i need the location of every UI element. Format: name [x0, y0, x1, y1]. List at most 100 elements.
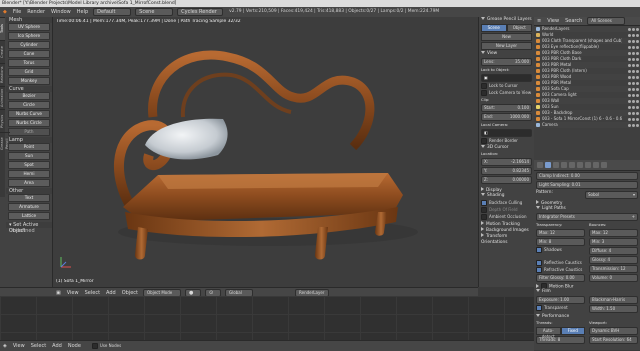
world-tab-icon[interactable] [561, 162, 567, 168]
add-uv-sphere-button[interactable]: UV Sphere [8, 23, 50, 31]
add-area-lamp-button[interactable]: Area [8, 179, 50, 187]
transform-orientations-section[interactable]: Transform Orientations [479, 233, 534, 245]
modifiers-tab-icon[interactable] [585, 162, 591, 168]
transparent-check[interactable]: Transparent [536, 305, 585, 311]
add-nurbs-curve-button[interactable]: Nurbs Curve [8, 110, 50, 118]
lock-camera-check[interactable]: Lock Camera to View [481, 90, 532, 96]
render-engine-dropdown[interactable]: Cycles Render [177, 8, 224, 16]
visibility-icon[interactable] [628, 75, 640, 79]
clamp-indirect-field[interactable]: Clamp Indirect: 0.00 [536, 172, 638, 180]
visibility-icon[interactable] [628, 123, 640, 127]
tab-relations[interactable]: Relations [0, 63, 5, 86]
tab-create[interactable]: Create [0, 40, 5, 63]
cursor-y-field[interactable]: Y: 0.82345 [481, 167, 532, 175]
visibility-icon[interactable] [628, 87, 640, 91]
outliner-search-menu[interactable]: Search [562, 17, 585, 25]
add-bezier-button[interactable]: Bezier [8, 92, 50, 100]
clip-start-field[interactable]: Start: 0.100 [481, 104, 532, 112]
threads-auto-button[interactable]: Auto-detect [536, 327, 561, 339]
add-hemi-lamp-button[interactable]: Hemi [8, 170, 50, 178]
tab-grease-pencil[interactable]: Grease Pencil [0, 132, 10, 155]
filter-type-dropdown[interactable]: Blackman-Harris [589, 296, 638, 304]
outliner-editor-icon[interactable]: ≡ [534, 16, 544, 26]
tab-animation[interactable]: Animation [0, 86, 5, 109]
depth-of-field-check[interactable]: Depth Of Field [481, 207, 532, 213]
add-path-button[interactable]: Path [8, 128, 50, 136]
outliner-display-dropdown[interactable]: All Scenes [587, 17, 626, 25]
visibility-icon[interactable] [628, 27, 640, 31]
add-cone-button[interactable]: Cone [8, 50, 50, 58]
bounces-min-field[interactable]: Min: 3 [589, 238, 638, 246]
start-resolution-field[interactable]: Start Resolution: 64 [589, 336, 638, 344]
layout-dropdown[interactable]: Default [93, 8, 132, 16]
visibility-icon[interactable] [628, 111, 640, 115]
grease-object-button[interactable]: Object [506, 24, 532, 32]
render-border-check[interactable]: Render Border [481, 138, 532, 144]
integrator-presets-dropdown[interactable]: Integrator Presets + [536, 213, 638, 221]
grease-new-button[interactable]: New [481, 33, 532, 41]
add-sun-lamp-button[interactable]: Sun [8, 152, 50, 160]
glossy-field[interactable]: Glossy: 4 [589, 256, 638, 264]
constraints-tab-icon[interactable] [577, 162, 583, 168]
visibility-icon[interactable] [628, 99, 640, 103]
render-tab-icon[interactable] [537, 162, 543, 168]
bvh-dropdown[interactable]: Dynamic BVH [589, 327, 638, 335]
shadows-check[interactable]: Shadows [536, 247, 585, 253]
tab-tools[interactable]: Tools [0, 17, 5, 40]
transparency-min-field[interactable]: Min: 8 [536, 238, 585, 246]
add-text-button[interactable]: Text [8, 194, 50, 202]
outliner-view-menu[interactable]: View [544, 17, 562, 25]
3d-viewport[interactable]: Time:00:06.41 | Mem:177.34M, Peak:177.39… [53, 17, 478, 287]
add-cylinder-button[interactable]: Cylinder [8, 41, 50, 49]
new-layer-button[interactable]: New Layer [481, 42, 532, 50]
visibility-icon[interactable] [628, 33, 640, 37]
lock-object-field[interactable]: ▣ [481, 74, 532, 82]
exposure-field[interactable]: Exposure: 1.00 [536, 296, 585, 304]
add-circle-button[interactable]: Circle [8, 101, 50, 109]
object-tab-icon[interactable] [569, 162, 575, 168]
tab-physics[interactable]: Physics [0, 109, 5, 132]
scene-tab-icon[interactable] [553, 162, 559, 168]
grease-scene-button[interactable]: Scene [481, 24, 507, 32]
visibility-icon[interactable] [628, 117, 640, 121]
light-paths-section[interactable]: Light Paths [534, 206, 640, 212]
volume-field[interactable]: Volume: 0 [589, 274, 638, 282]
texture-tab-icon[interactable] [601, 162, 607, 168]
visibility-icon[interactable] [628, 93, 640, 97]
visibility-icon[interactable] [628, 81, 640, 85]
add-nurbs-circle-button[interactable]: Nurbs Circle [8, 119, 50, 127]
menu-window[interactable]: Window [48, 7, 74, 17]
visibility-icon[interactable] [628, 57, 640, 61]
use-nodes-check[interactable]: Use Nodes [91, 343, 121, 349]
add-lattice-button[interactable]: Lattice [8, 212, 50, 220]
cursor-z-field[interactable]: Z: 0.00000 [481, 176, 532, 184]
bounces-max-field[interactable]: Max: 12 [589, 229, 638, 237]
filter-width-field[interactable]: Width: 1.50 [589, 305, 638, 313]
visibility-icon[interactable] [628, 63, 640, 67]
add-armature-button[interactable]: Armature [8, 203, 50, 211]
pattern-dropdown[interactable]: Sobol ▾ [585, 191, 638, 199]
visibility-icon[interactable] [628, 105, 640, 109]
visibility-icon[interactable] [628, 45, 640, 49]
filter-glossy-field[interactable]: Filter Glossy: 0.00 [536, 274, 585, 282]
threads-fixed-button[interactable]: Fixed [560, 327, 585, 335]
backface-culling-check[interactable]: Backface Culling [481, 200, 532, 206]
outliner-item[interactable]: Camera [534, 122, 640, 128]
add-grid-button[interactable]: Grid [8, 68, 50, 76]
clip-end-field[interactable]: End: 1000.000 [481, 113, 532, 121]
shading-section[interactable]: Shading [479, 193, 534, 199]
thread-count-field[interactable]: Threads: 8 [536, 336, 585, 344]
transmission-field[interactable]: Transmission: 12 [589, 265, 638, 273]
refractive-caustics-check[interactable]: Refractive Caustics [536, 267, 585, 273]
lens-field[interactable]: Lens: 35.000 [481, 58, 532, 66]
view-section[interactable]: View [479, 51, 534, 57]
diffuse-field[interactable]: Diffuse: 4 [589, 247, 638, 255]
blender-logo-icon[interactable]: ◆ [0, 7, 10, 17]
cursor-x-field[interactable]: X: -2.16614 [481, 158, 532, 166]
add-torus-button[interactable]: Torus [8, 59, 50, 67]
grease-pencil-header[interactable]: Grease Pencil Layers [479, 17, 534, 23]
visibility-icon[interactable] [628, 69, 640, 73]
add-spot-lamp-button[interactable]: Spot [8, 161, 50, 169]
add-ico-sphere-button[interactable]: Ico Sphere [8, 32, 50, 40]
transparency-max-field[interactable]: Max: 12 [536, 229, 585, 237]
